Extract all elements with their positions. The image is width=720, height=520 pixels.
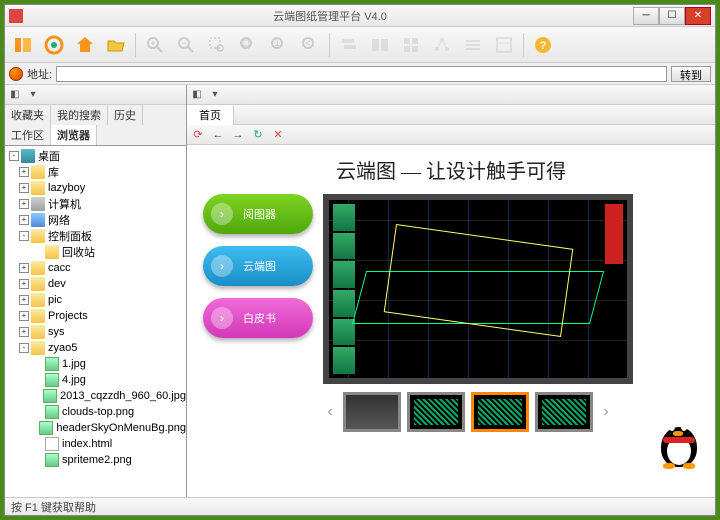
compare-button[interactable] [366,31,394,59]
status-text: 按 F1 键获取帮助 [11,499,96,515]
thumbnail[interactable] [535,392,593,432]
address-bar: 地址: 转到 [5,63,715,85]
tree-node[interactable]: +库 [5,164,186,180]
zoom-fit-button[interactable] [234,31,262,59]
chevron-right-icon: › [211,255,233,277]
cad-preview [323,194,633,384]
tab-homepage[interactable]: 首页 [187,105,234,125]
tree-node[interactable]: +cacc [5,260,186,276]
content-menu-icon[interactable]: ▾ [207,87,223,103]
browser-toolbar: ⟳ ← → ↻ ✕ [187,125,715,145]
tree-node[interactable]: -控制面板 [5,228,186,244]
back-icon[interactable]: ← [211,128,225,142]
viewer-button[interactable]: ›阅图器 [203,194,313,234]
chevron-right-icon: › [211,203,233,225]
tab-workspace[interactable]: 工作区 [5,125,51,145]
browser-button[interactable] [40,31,68,59]
app-window: 云端图纸管理平台 V4.0 ─ ☐ ✕ 1 ? 地址: 转到 [4,4,716,516]
network-button[interactable] [428,31,456,59]
zoom-region-button[interactable] [203,31,231,59]
tree-node[interactable]: +Projects [5,308,186,324]
content-pin-icon[interactable]: ◧ [189,87,205,103]
svg-text:1: 1 [274,37,280,49]
main-toolbar: 1 ? [5,27,715,63]
whitepaper-button[interactable]: ›白皮书 [203,298,313,338]
tree-node[interactable]: 4.jpg [5,372,186,388]
app-icon [9,9,23,23]
grid-button[interactable] [397,31,425,59]
tab-favorites[interactable]: 收藏夹 [5,105,51,125]
zoom-in-button[interactable] [141,31,169,59]
refresh-icon[interactable]: ↻ [251,128,265,142]
go-button[interactable]: 转到 [671,66,711,82]
thumb-next-icon[interactable]: › [599,403,613,421]
chevron-right-icon: › [211,307,233,329]
help-button[interactable]: ? [529,31,557,59]
thumb-prev-icon[interactable]: ‹ [323,403,337,421]
open-button[interactable] [102,31,130,59]
tree-node[interactable]: headerSkyOnMenuBg.png [5,420,186,436]
file-tree[interactable]: -桌面+库+lazyboy+计算机+网络-控制面板 回收站+cacc+dev+p… [5,146,186,497]
minimize-button[interactable]: ─ [633,7,659,25]
thumbnail-strip: ‹ › [323,392,699,432]
home-button[interactable] [71,31,99,59]
tab-browser[interactable]: 浏览器 [51,125,97,145]
tree-node[interactable]: +dev [5,276,186,292]
zoom-actual-button[interactable]: 1 [265,31,293,59]
page-content: 云端图 — 让设计触手可得 ›阅图器 ›云端图 ›白皮书 [187,145,715,497]
qq-icon[interactable] [655,415,703,467]
address-input[interactable] [56,66,667,82]
panel-button[interactable] [490,31,518,59]
tree-root[interactable]: -桌面 [5,148,186,164]
thumbnail[interactable] [343,392,401,432]
address-label: 地址: [27,66,52,82]
zoom-out-button[interactable] [172,31,200,59]
titlebar: 云端图纸管理平台 V4.0 ─ ☐ ✕ [5,5,715,27]
tree-node[interactable]: -zyao5 [5,340,186,356]
svg-text:?: ? [540,40,547,52]
tree-node[interactable]: 回收站 [5,244,186,260]
content-area: ◧ ▾ 首页 ⟳ ← → ↻ ✕ 云端图 — 让设计触手可得 ›阅图器 ›云端图 [187,85,715,497]
tree-node[interactable]: +网络 [5,212,186,228]
tree-node[interactable]: +计算机 [5,196,186,212]
maximize-button[interactable]: ☐ [659,7,685,25]
sidebar-menu-icon[interactable]: ▾ [25,87,41,103]
status-bar: 按 F1 键获取帮助 [5,497,715,515]
close-button[interactable]: ✕ [685,7,711,25]
sidebar-toolbar: ◧ ▾ [5,85,186,105]
thumbnail[interactable] [471,392,529,432]
sidebar-toggle-button[interactable] [9,31,37,59]
forward-icon[interactable]: → [231,128,245,142]
lines-button[interactable] [459,31,487,59]
thumbnail[interactable] [407,392,465,432]
tree-node[interactable]: 1.jpg [5,356,186,372]
reload-icon[interactable]: ⟳ [191,128,205,142]
tree-node[interactable]: +pic [5,292,186,308]
tab-mysearch[interactable]: 我的搜索 [51,105,108,125]
cloud-button[interactable]: ›云端图 [203,246,313,286]
content-toolbar: ◧ ▾ [187,85,715,105]
tree-node[interactable]: spriteme2.png [5,452,186,468]
tree-node[interactable]: clouds-top.png [5,404,186,420]
tree-node[interactable]: index.html [5,436,186,452]
sidebar-tabs: 收藏夹 我的搜索 历史 工作区 浏览器 [5,105,186,146]
page-headline: 云端图 — 让设计触手可得 [203,155,699,184]
tree-node[interactable]: +sys [5,324,186,340]
sidebar-pin-icon[interactable]: ◧ [7,87,23,103]
tree-node[interactable]: +lazyboy [5,180,186,196]
layers-button[interactable] [335,31,363,59]
cancel-icon[interactable]: ✕ [271,128,285,142]
sidebar: ◧ ▾ 收藏夹 我的搜索 历史 工作区 浏览器 -桌面+库+lazyboy+计算… [5,85,187,497]
tab-history[interactable]: 历史 [108,105,143,125]
tree-node[interactable]: 2013_cqzzdh_960_60.jpg [5,388,186,404]
stop-icon[interactable] [9,67,23,81]
window-title: 云端图纸管理平台 V4.0 [27,8,633,24]
content-tabs: 首页 [187,105,715,125]
zoom-prev-button[interactable] [296,31,324,59]
